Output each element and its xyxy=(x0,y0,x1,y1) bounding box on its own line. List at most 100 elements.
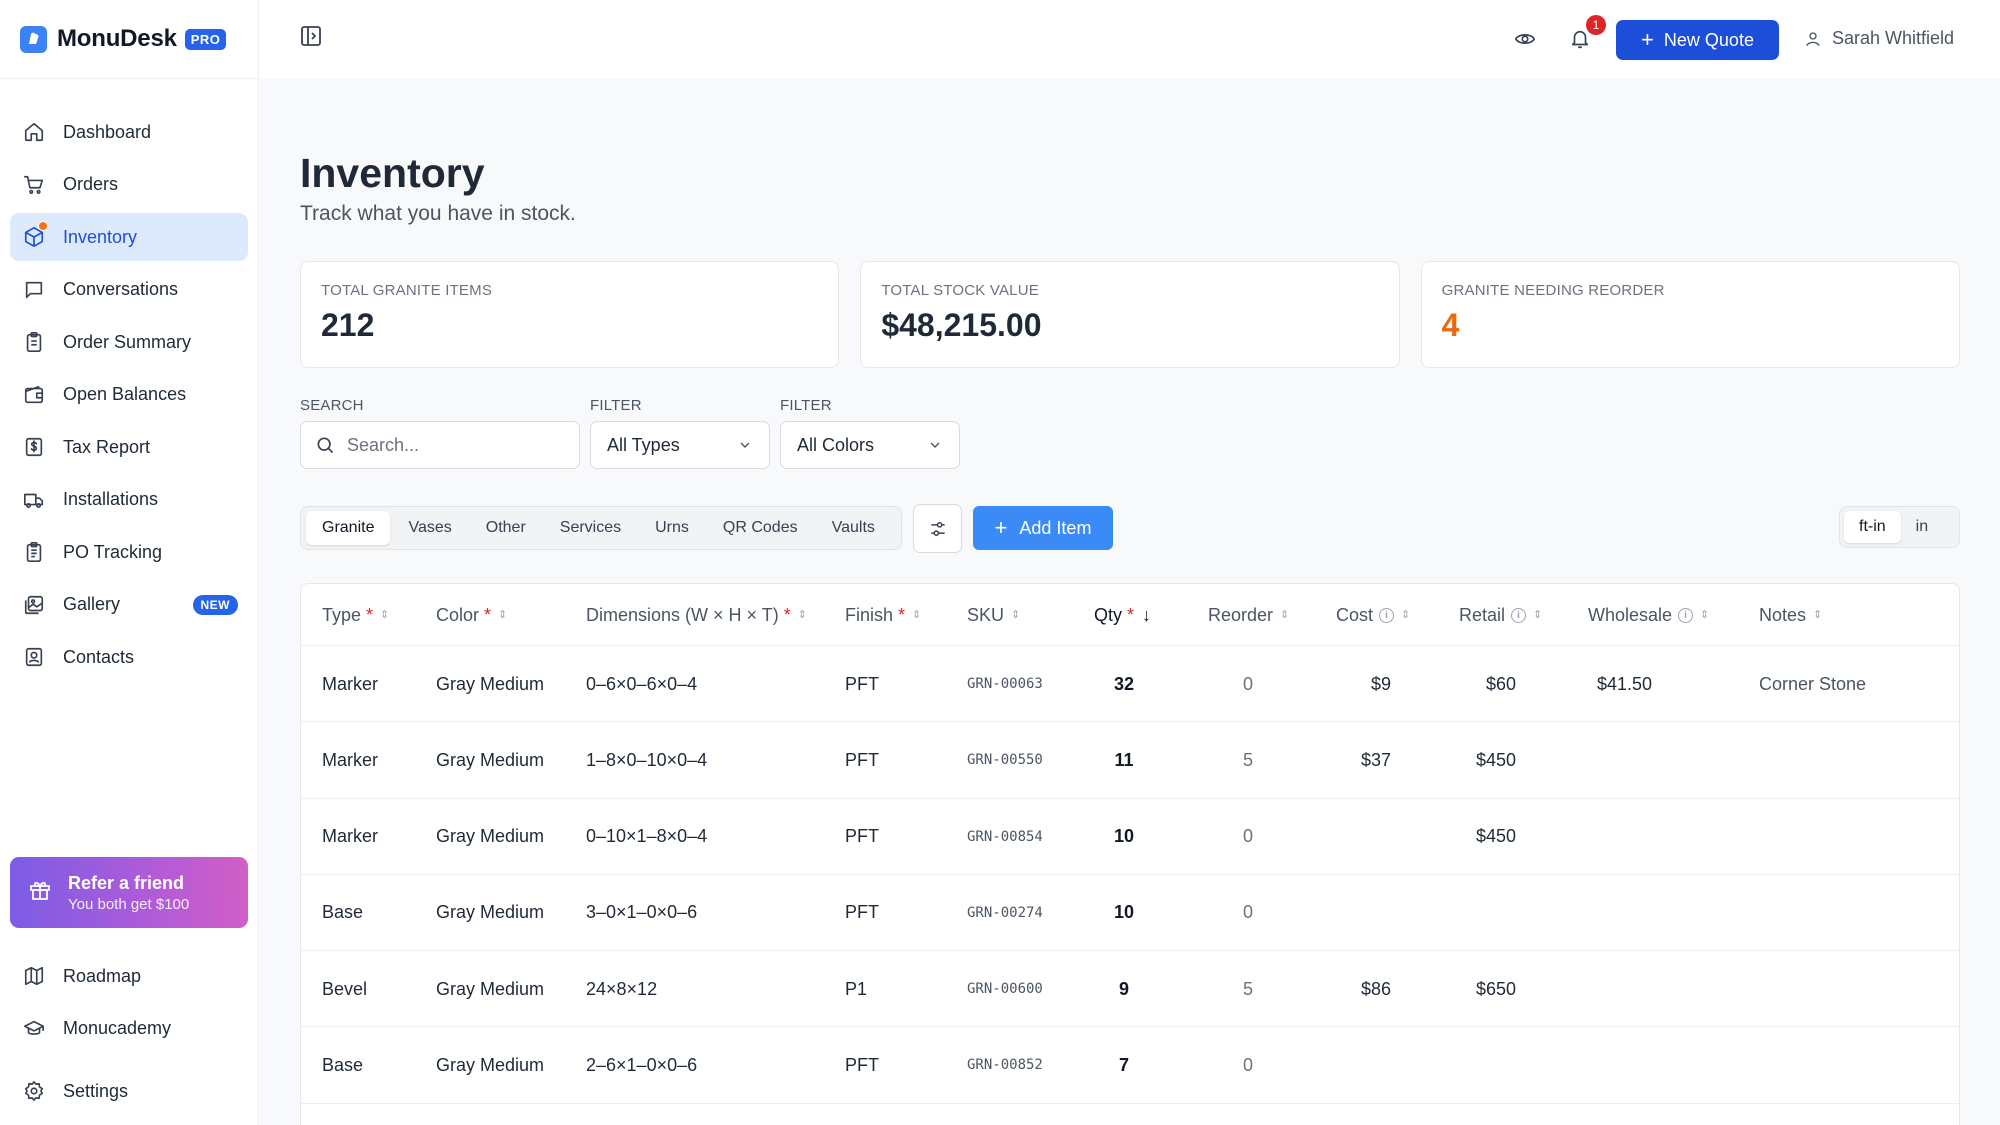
sidebar-item-label: Monucademy xyxy=(63,1018,172,1038)
color-filter-label: FILTER xyxy=(780,397,832,414)
sidebar-item-settings[interactable]: Settings xyxy=(10,1067,248,1115)
category-tabs: Granite Vases Other Services Urns QR Cod… xyxy=(300,506,902,550)
sidebar-item-conversations[interactable]: Conversations xyxy=(10,266,248,314)
sidebar-item-label: Open Balances xyxy=(63,384,187,404)
sidebar-item-roadmap[interactable]: Roadmap xyxy=(10,952,248,1000)
cell-cost: $86 xyxy=(1360,978,1391,999)
table-row[interactable]: Base Gray Medium 3–0×1–0×0–6 PFT GRN-00274 10… xyxy=(301,875,1959,952)
sidebar-item-gallery[interactable]: Gallery NEW xyxy=(10,581,248,629)
type-filter-select[interactable]: All Types xyxy=(590,421,770,469)
stat-card-total-items: TOTAL GRANITE ITEMS 212 xyxy=(300,261,840,368)
table-row[interactable]: Marker Gray Medium 1–8×0–10×0–4 PFT GRN-0055… xyxy=(301,722,1959,799)
column-header-cost[interactable]: Cost i ⇕ xyxy=(1336,584,1410,646)
table-row[interactable]: Marker Gray Medium 0–6×0–6×0–4 PFT GRN-00063… xyxy=(301,646,1959,723)
tab-services[interactable]: Services xyxy=(544,511,637,545)
tab-qr-codes[interactable]: QR Codes xyxy=(707,511,814,545)
tab-vases[interactable]: Vases xyxy=(392,511,467,545)
sidebar-item-tax-report[interactable]: Tax Report xyxy=(10,423,248,471)
sidebar-item-monucademy[interactable]: Monucademy xyxy=(10,1005,248,1053)
tab-granite[interactable]: Granite xyxy=(306,511,391,545)
column-settings-button[interactable] xyxy=(913,504,962,553)
cell-dimensions: 0–10×1–8×0–4 xyxy=(586,826,708,847)
sidebar-item-label: Installations xyxy=(63,489,159,509)
sidebar-item-orders[interactable]: Orders xyxy=(10,161,248,209)
sidebar-item-po-tracking[interactable]: PO Tracking xyxy=(10,528,248,576)
cell-finish: P1 xyxy=(845,978,868,999)
sidebar: MonuDesk PRO Dashboard Orders Inventory … xyxy=(0,0,259,1125)
table-row[interactable]: Marker Gray Medium 0–10×1–8×0–4 PFT GRN-0085… xyxy=(301,799,1959,875)
cart-icon xyxy=(22,173,46,197)
cell-sku: GRN-00600 xyxy=(967,981,1043,998)
color-filter-select[interactable]: All Colors xyxy=(780,421,960,469)
tab-vaults[interactable]: Vaults xyxy=(816,511,891,545)
refer-subtitle: You both get $100 xyxy=(68,895,190,913)
column-header-dimensions[interactable]: Dimensions (W × H × T) * ⇕ xyxy=(586,584,807,646)
column-header-finish[interactable]: Finish * ⇕ xyxy=(845,584,921,646)
cell-dimensions: 2–6×1–0×0–6 xyxy=(586,1054,698,1075)
brand-name: MonuDesk xyxy=(57,25,177,52)
dollar-receipt-icon xyxy=(22,435,46,459)
sidebar-item-order-summary[interactable]: Order Summary xyxy=(10,318,248,366)
gift-icon xyxy=(28,878,52,907)
column-header-notes[interactable]: Notes ⇕ xyxy=(1759,584,1822,646)
color-filter-value: All Colors xyxy=(797,434,875,455)
cell-qty: 11 xyxy=(1114,749,1134,770)
new-quote-button[interactable]: + New Quote xyxy=(1616,20,1779,60)
sort-icon: ⇕ xyxy=(1401,608,1411,621)
cell-dimensions: 24×8×12 xyxy=(586,978,658,999)
column-header-type[interactable]: Type * ⇕ xyxy=(322,584,389,646)
brand[interactable]: MonuDesk PRO xyxy=(0,0,258,79)
sidebar-item-contacts[interactable]: Contacts xyxy=(10,633,248,681)
search-label: SEARCH xyxy=(300,397,364,414)
add-item-button[interactable]: + Add Item xyxy=(973,506,1113,550)
refer-friend-card[interactable]: Refer a friend You both get $100 xyxy=(10,857,248,928)
tab-other[interactable]: Other xyxy=(470,511,542,545)
chat-icon xyxy=(22,278,46,302)
cell-type: Marker xyxy=(322,673,379,694)
sidebar-item-inventory[interactable]: Inventory xyxy=(10,213,248,261)
unit-in[interactable]: in xyxy=(1901,511,1943,543)
user-menu[interactable]: Sarah Whitfield xyxy=(1804,28,1954,49)
add-item-label: Add Item xyxy=(1019,517,1092,538)
cell-type: Bevel xyxy=(322,978,368,999)
sliders-icon xyxy=(930,521,945,536)
sidebar-item-open-balances[interactable]: Open Balances xyxy=(10,371,248,419)
eye-icon[interactable] xyxy=(1514,28,1536,55)
bell-icon[interactable] xyxy=(1569,28,1591,55)
column-header-qty[interactable]: Qty * ↓ xyxy=(1094,584,1151,646)
column-header-retail[interactable]: Retail i ⇕ xyxy=(1459,584,1542,646)
column-header-sku[interactable]: SKU ⇕ xyxy=(967,584,1020,646)
search-icon xyxy=(317,437,334,454)
cell-cost: $37 xyxy=(1360,749,1391,770)
cell-color: Gray Medium xyxy=(436,749,545,770)
table-row[interactable]: Base Gray Medium 2–6×1–0×0–6 PFT GRN-00852 7 0 xyxy=(301,1027,1959,1104)
sidebar-item-dashboard[interactable]: Dashboard xyxy=(10,108,248,156)
cell-dimensions: 3–0×1–0×0–6 xyxy=(586,902,698,923)
table-row[interactable]: Bevel Gray Medium 24×8×12 P1 GRN-00600 9 5 $86 $… xyxy=(301,951,1959,1028)
type-filter-value: All Types xyxy=(607,434,680,455)
sidebar-toggle-icon[interactable] xyxy=(299,24,325,50)
chevron-down-icon xyxy=(740,442,750,448)
search-input[interactable]: Search... xyxy=(300,421,580,469)
cell-wholesale xyxy=(1541,1027,1652,1103)
plus-icon: + xyxy=(1641,27,1654,52)
tab-urns[interactable]: Urns xyxy=(639,511,705,545)
unit-ft-in[interactable]: ft-in xyxy=(1844,511,1901,543)
column-header-wholesale[interactable]: Wholesale i ⇕ xyxy=(1588,584,1709,646)
sidebar-item-label: Gallery xyxy=(63,594,121,614)
cell-finish: PFT xyxy=(845,826,879,847)
cell-sku: GRN-00274 xyxy=(967,904,1043,921)
cell-sku: GRN-00550 xyxy=(967,752,1043,769)
truck-icon xyxy=(22,488,46,512)
info-icon: i xyxy=(1511,607,1527,623)
sidebar-nav: Dashboard Orders Inventory Conversations… xyxy=(10,108,248,686)
unit-toggle: ft-in in xyxy=(1839,506,1960,548)
column-header-color[interactable]: Color * ⇕ xyxy=(436,584,507,646)
plus-icon: + xyxy=(994,515,1008,540)
info-icon: i xyxy=(1379,607,1395,623)
sidebar-item-installations[interactable]: Installations xyxy=(10,476,248,524)
cell-sku: GRN-00852 xyxy=(967,1057,1043,1074)
sidebar-item-label: Inventory xyxy=(63,226,138,247)
sort-desc-icon: ↓ xyxy=(1142,604,1152,625)
column-header-reorder[interactable]: Reorder ⇕ xyxy=(1208,584,1289,646)
